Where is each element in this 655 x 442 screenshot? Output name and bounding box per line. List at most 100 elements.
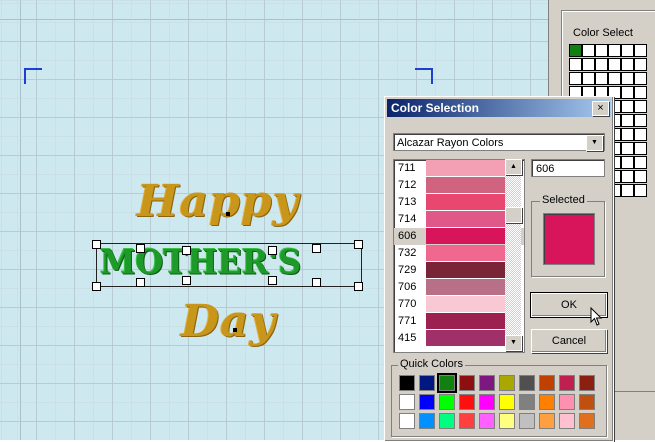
panel-color-cell[interactable] [634, 44, 647, 57]
quick-color-swatch[interactable] [399, 375, 415, 391]
resize-handle-top-right[interactable] [354, 240, 363, 249]
panel-color-cell[interactable] [634, 170, 647, 183]
quick-color-swatch[interactable] [479, 413, 495, 429]
panel-color-cell[interactable] [608, 58, 621, 71]
panel-color-cell[interactable] [582, 58, 595, 71]
panel-color-cell[interactable] [621, 170, 634, 183]
panel-color-cell[interactable] [634, 128, 647, 141]
panel-color-cell[interactable] [621, 100, 634, 113]
color-number: 711 [398, 162, 416, 174]
quick-color-swatch[interactable] [559, 394, 575, 410]
quick-color-swatch[interactable] [459, 375, 475, 391]
resize-handle-bottom[interactable] [182, 276, 191, 285]
quick-color-swatch[interactable] [499, 394, 515, 410]
panel-color-cell[interactable] [595, 72, 608, 85]
quick-color-swatch[interactable] [399, 394, 415, 410]
scroll-up-icon[interactable]: ▲ [505, 159, 522, 175]
quick-color-swatch[interactable] [519, 375, 535, 391]
close-icon[interactable]: × [592, 101, 609, 116]
panel-color-cell[interactable] [595, 44, 608, 57]
quick-color-swatch[interactable] [539, 394, 555, 410]
quick-color-swatch[interactable] [419, 394, 435, 410]
quick-color-swatch[interactable] [559, 413, 575, 429]
panel-color-cell[interactable] [569, 58, 582, 71]
panel-color-cell[interactable] [634, 58, 647, 71]
panel-color-cell[interactable] [621, 58, 634, 71]
scroll-down-icon[interactable]: ▼ [505, 335, 522, 351]
quick-color-swatch[interactable] [479, 375, 495, 391]
color-swatch [426, 313, 508, 329]
resize-handle-bottom[interactable] [312, 278, 321, 287]
resize-handle-top-left[interactable] [92, 240, 101, 249]
cancel-button[interactable]: Cancel [531, 329, 607, 353]
panel-color-cell[interactable] [608, 44, 621, 57]
quick-color-swatch[interactable] [439, 394, 455, 410]
panel-color-cell[interactable] [621, 156, 634, 169]
resize-handle-top[interactable] [136, 244, 145, 253]
quick-color-swatch[interactable] [439, 413, 455, 429]
quick-color-swatch[interactable] [419, 413, 435, 429]
color-number: 712 [398, 179, 417, 191]
quick-color-swatch[interactable] [539, 413, 555, 429]
panel-color-cell[interactable] [621, 86, 634, 99]
color-number: 706 [398, 281, 417, 293]
quick-color-swatch[interactable] [579, 394, 595, 410]
quick-color-swatch[interactable] [579, 413, 595, 429]
quick-color-swatch[interactable] [519, 413, 535, 429]
panel-color-cell[interactable] [621, 44, 634, 57]
quick-color-swatch[interactable] [519, 394, 535, 410]
resize-handle-top[interactable] [312, 244, 321, 253]
dialog-title: Color Selection [387, 99, 611, 117]
resize-handle-top[interactable] [268, 246, 277, 255]
hoop-corner-top-right [415, 68, 433, 84]
quick-color-swatch[interactable] [559, 375, 575, 391]
color-code-input[interactable]: 606 [531, 159, 605, 177]
quick-color-swatch[interactable] [399, 413, 415, 429]
color-swatch [426, 262, 508, 278]
panel-color-cell[interactable] [621, 72, 634, 85]
panel-color-cell[interactable] [582, 44, 595, 57]
resize-handle-bottom[interactable] [136, 278, 145, 287]
panel-color-cell[interactable] [634, 184, 647, 197]
color-number: 771 [398, 315, 417, 327]
panel-color-cell[interactable] [634, 100, 647, 113]
quick-color-swatch[interactable] [479, 394, 495, 410]
panel-color-cell[interactable] [634, 114, 647, 127]
quick-color-swatch[interactable] [539, 375, 555, 391]
panel-color-cell[interactable] [621, 184, 634, 197]
resize-handle-bottom[interactable] [268, 276, 277, 285]
panel-color-cell[interactable] [582, 72, 595, 85]
embroidery-word-day[interactable]: Day [181, 296, 276, 347]
panel-color-cell[interactable] [634, 86, 647, 99]
quick-color-swatch[interactable] [499, 375, 515, 391]
chevron-down-icon[interactable]: ▼ [586, 135, 603, 151]
panel-color-cell[interactable] [634, 156, 647, 169]
panel-color-cell[interactable] [634, 72, 647, 85]
thread-set-dropdown[interactable]: Alcazar Rayon Colors ▼ [393, 133, 605, 151]
resize-handle-top[interactable] [182, 246, 191, 255]
panel-color-cell[interactable] [569, 44, 582, 57]
color-list-scrollbar[interactable]: ▲ ▼ [505, 159, 522, 351]
color-number: 606 [398, 230, 417, 242]
resize-handle-bottom-right[interactable] [354, 282, 363, 291]
quick-color-swatch[interactable] [459, 413, 475, 429]
quick-color-swatch[interactable] [419, 375, 435, 391]
panel-color-cell[interactable] [621, 114, 634, 127]
embroidery-word-happy[interactable]: Happy [137, 176, 299, 227]
panel-color-cell[interactable] [569, 72, 582, 85]
quick-colors-grid[interactable] [399, 373, 595, 429]
quick-color-swatch[interactable] [499, 413, 515, 429]
scroll-thumb[interactable] [505, 207, 522, 223]
color-swatch [426, 211, 508, 227]
panel-color-cell[interactable] [621, 142, 634, 155]
panel-color-cell[interactable] [608, 72, 621, 85]
panel-title: Color Select [573, 27, 633, 39]
quick-color-swatch[interactable] [459, 394, 475, 410]
panel-color-cell[interactable] [634, 142, 647, 155]
resize-handle-bottom-left[interactable] [92, 282, 101, 291]
color-number: 415 [398, 332, 417, 344]
quick-color-swatch[interactable] [579, 375, 595, 391]
panel-color-cell[interactable] [621, 128, 634, 141]
quick-color-swatch[interactable] [437, 373, 457, 393]
panel-color-cell[interactable] [595, 58, 608, 71]
